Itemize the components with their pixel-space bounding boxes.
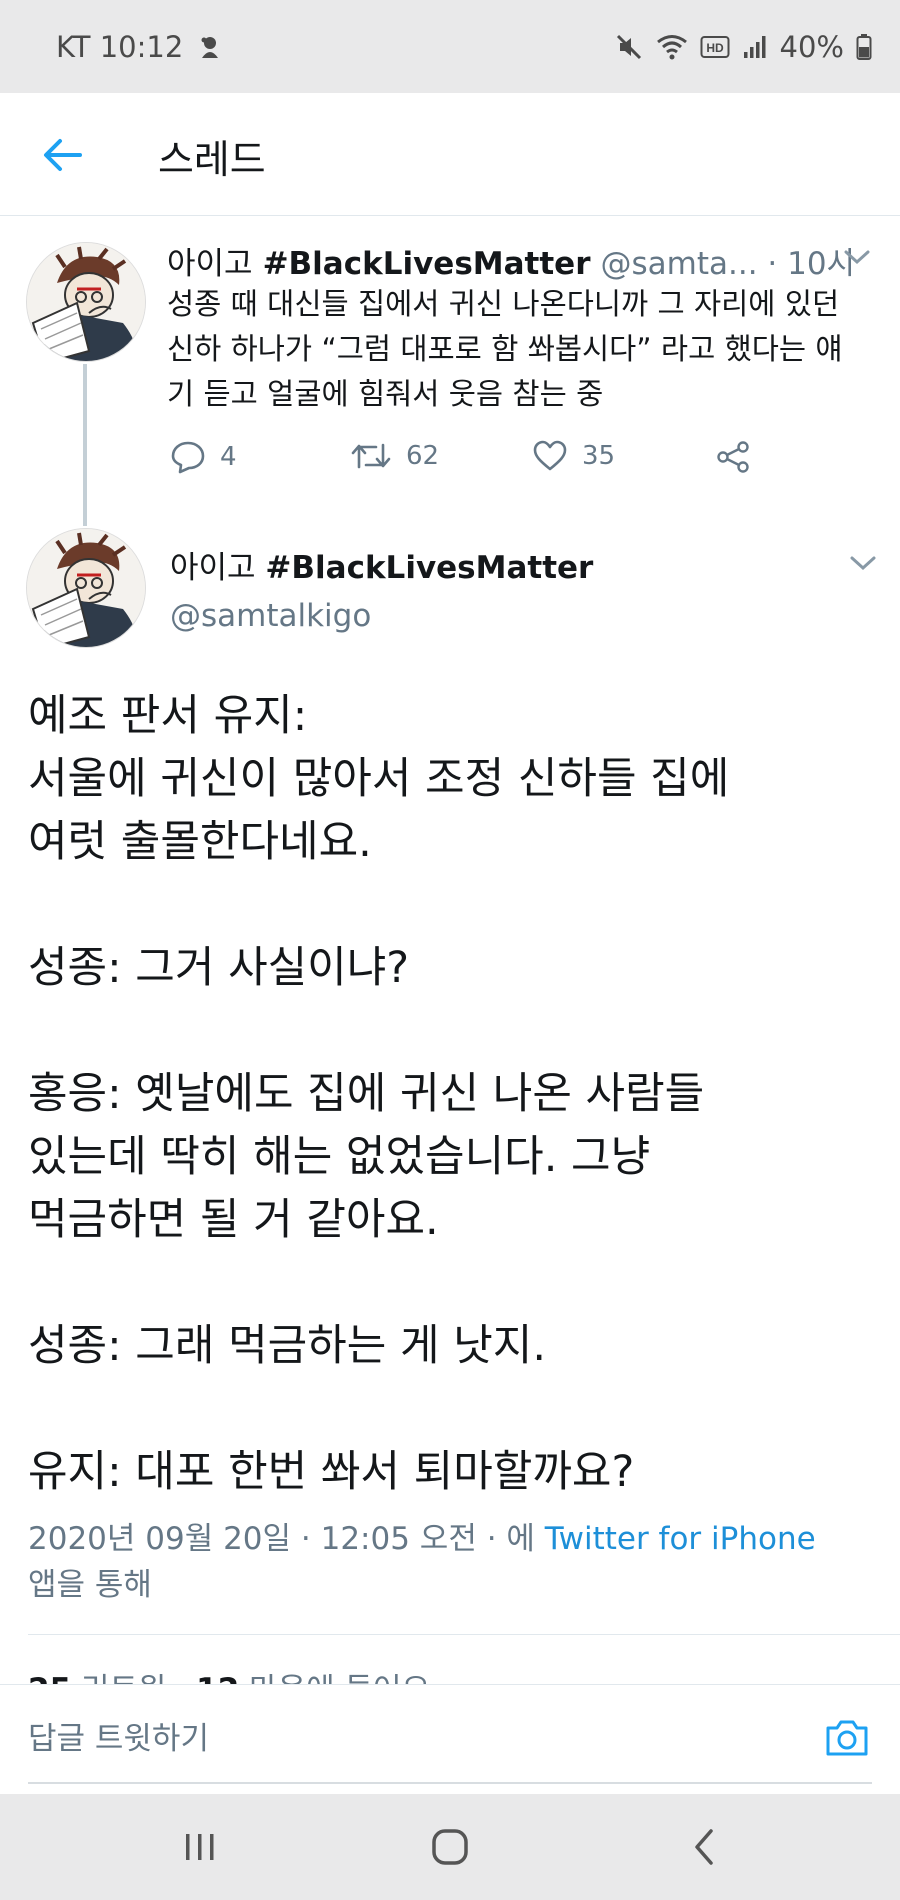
home-icon xyxy=(432,1829,468,1865)
parent-display-name-prefix: 아이고 xyxy=(167,246,253,282)
main-handle[interactable]: @samtalkigo xyxy=(170,598,371,634)
battery-percent: 40% xyxy=(779,29,844,64)
tweet-line: 예조 판서 유지: xyxy=(28,691,308,741)
chevron-down-icon xyxy=(850,556,876,571)
reply-input[interactable] xyxy=(28,1715,668,1763)
retweet-action[interactable]: 62 xyxy=(350,440,439,472)
parent-tweet-text: 성종 때 대신들 집에서 귀신 나온다니까 그 자리에 있던 신하 하나가 “그… xyxy=(167,287,843,411)
like-total: 12 xyxy=(196,1672,239,1684)
divider xyxy=(28,1634,900,1635)
reply-input-underline xyxy=(28,1782,872,1784)
back-icon xyxy=(695,1829,713,1865)
signal-icon xyxy=(742,34,768,60)
recent-apps-icon xyxy=(186,1834,214,1860)
reply-action[interactable]: 4 xyxy=(170,440,237,474)
reply-icon xyxy=(171,441,205,474)
home-button[interactable] xyxy=(420,1822,480,1872)
chevron-down-icon xyxy=(844,250,870,265)
tweet-line: 홍응: 옛날에도 집에 귀신 나온 사람들 xyxy=(28,1069,705,1119)
retweet-label: 리트윗 xyxy=(81,1672,167,1684)
like-action[interactable]: 35 xyxy=(532,440,615,472)
status-bar: KT 10:12 HD 40% xyxy=(0,0,900,93)
retweet-total: 25 xyxy=(28,1672,71,1684)
recent-apps-button[interactable] xyxy=(170,1822,230,1872)
screen: KT 10:12 HD 40% 스레드 아이고 #BlackLivesMatte… xyxy=(0,0,900,1900)
tweet-line: 있는데 딱히 해는 없었습니다. 그냥 xyxy=(28,1132,651,1182)
tweet-source-link[interactable]: Twitter for iPhone xyxy=(545,1521,816,1557)
share-action[interactable] xyxy=(715,440,751,474)
top-app-bar: 스레드 xyxy=(0,93,900,216)
main-display-name-row[interactable]: 아이고 #BlackLivesMatter xyxy=(170,542,593,587)
camera-icon xyxy=(826,1720,868,1756)
arrow-left-icon xyxy=(44,139,82,171)
tweet-timestamp: 2020년 09월 20일 · 12:05 오전 · 에 xyxy=(28,1521,545,1557)
tweet-line: 여럿 출몰한다네요. xyxy=(28,817,372,867)
tweet-line: 성종: 그래 먹금하는 게 낫지. xyxy=(28,1321,546,1371)
page-title: 스레드 xyxy=(158,138,266,183)
main-tweet-menu-button[interactable] xyxy=(846,546,880,580)
like-count: 35 xyxy=(582,441,616,471)
thread-connector-line xyxy=(83,364,87,526)
retweet-icon xyxy=(351,443,391,469)
tweet-meta: 2020년 09월 20일 · 12:05 오전 · 에 Twitter for… xyxy=(28,1516,868,1608)
tweet-source-suffix: 앱을 통해 xyxy=(28,1567,152,1603)
parent-display-name[interactable]: #BlackLivesMatter xyxy=(263,246,591,282)
system-back-button[interactable] xyxy=(674,1822,734,1872)
main-display-name: #BlackLivesMatter xyxy=(265,550,594,586)
reply-composer-bar xyxy=(0,1684,900,1794)
main-display-name-prefix: 아이고 xyxy=(170,550,256,586)
retweet-count: 62 xyxy=(406,441,440,471)
camera-button[interactable] xyxy=(822,1715,872,1761)
heart-icon xyxy=(533,440,567,471)
parent-handle-time: @samta... · 10시 xyxy=(600,246,856,282)
tweet-line xyxy=(28,1378,878,1441)
main-tweet-text: 예조 판서 유지: 서울에 귀신이 많아서 조정 신하들 집에 여럿 출몰한다네… xyxy=(28,685,878,1504)
parent-tweet-header: 아이고 #BlackLivesMatter @samta... · 10시 xyxy=(167,238,857,283)
carrier-time: KT 10:12 xyxy=(56,29,184,64)
tweet-line: 먹금하면 될 거 같아요. xyxy=(28,1195,439,1245)
tweet-line: 성종: 그거 사실이냐? xyxy=(28,943,410,993)
tweet-line xyxy=(28,1252,878,1315)
like-label: 마음에 들어요 xyxy=(249,1672,430,1684)
reply-count: 4 xyxy=(220,442,237,472)
system-navigation-bar xyxy=(0,1794,900,1900)
main-avatar[interactable] xyxy=(26,528,146,648)
battery-icon xyxy=(856,33,872,61)
back-button[interactable] xyxy=(40,133,84,177)
wifi-icon xyxy=(656,33,688,61)
share-icon xyxy=(717,441,749,473)
parent-tweet-menu-button[interactable] xyxy=(840,240,874,274)
avatar[interactable] xyxy=(26,242,146,362)
hd-icon: HD xyxy=(700,35,730,59)
notification-app-icon xyxy=(197,32,223,62)
tweet-line: 서울에 귀신이 많아서 조정 신하들 집에 xyxy=(28,754,730,804)
tweet-line: 유지: 대포 한번 쏴서 퇴마할까요? xyxy=(28,1447,635,1497)
tweet-stats[interactable]: 25 리트윗 12 마음에 들어요 xyxy=(28,1664,430,1684)
svg-text:HD: HD xyxy=(706,41,724,55)
mute-icon xyxy=(614,32,644,62)
tweet-line xyxy=(28,874,878,937)
parent-tweet-actions: 4 62 35 xyxy=(170,440,790,480)
tweet-line xyxy=(28,1000,878,1063)
